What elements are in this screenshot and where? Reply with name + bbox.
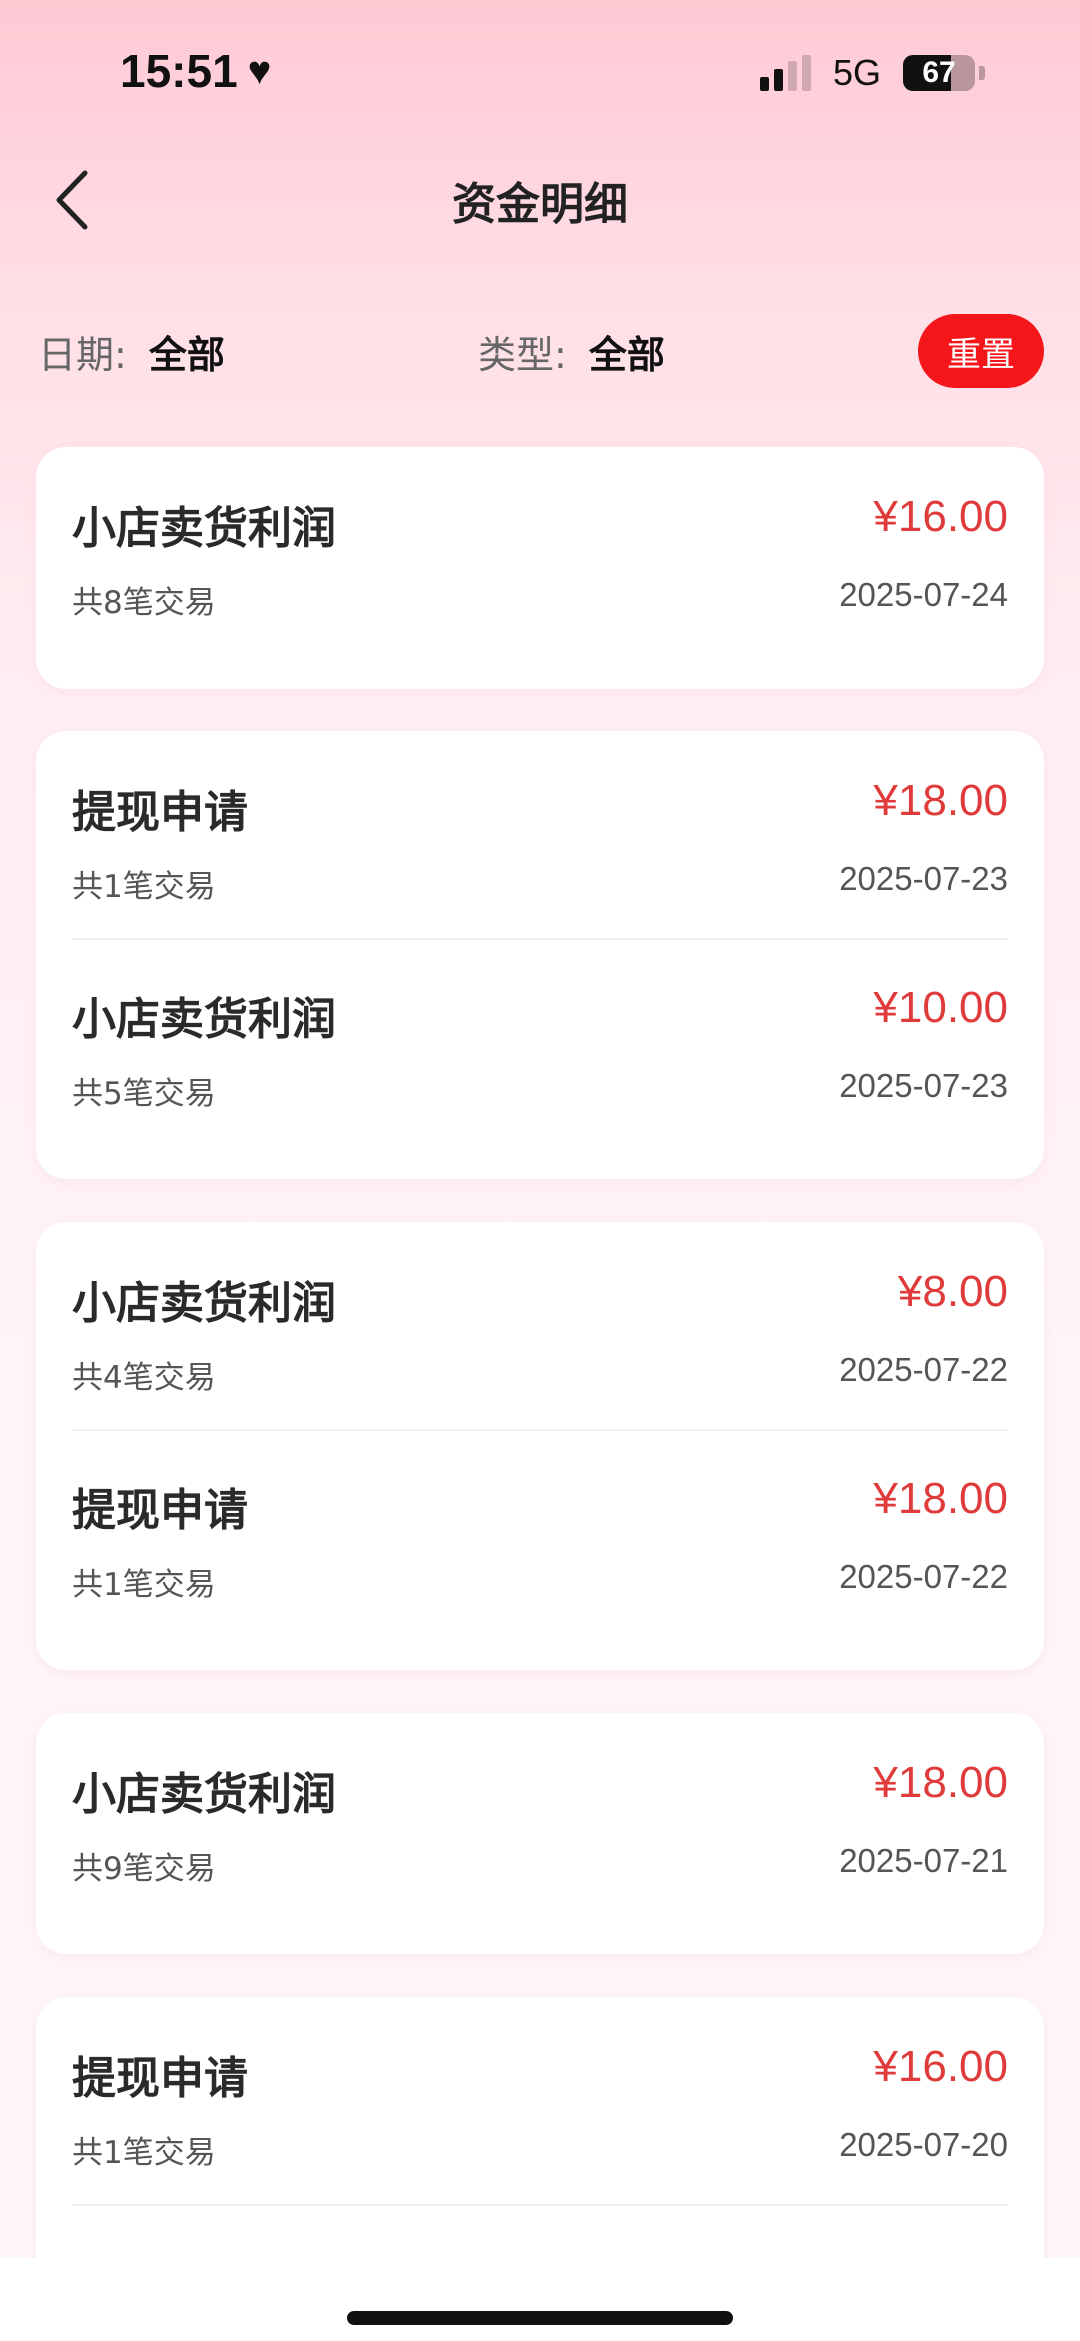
record-item[interactable]: 小店卖货利润 ¥18.00 共9笔交易 2025-07-21 [72, 1713, 1008, 1920]
record-date: 2025-07-22 [839, 1558, 1008, 1595]
record-count: 共1笔交易 [72, 1567, 216, 1603]
type-filter-label: 类型 [478, 333, 555, 377]
date-filter-label: 日期 [38, 333, 115, 377]
record-item[interactable]: 提现申请 ¥18.00 共1笔交易 2025-07-22 [72, 1429, 1008, 1636]
battery-icon: 67 [903, 55, 975, 91]
record-date: 2025-07-22 [839, 1351, 1008, 1388]
reset-button[interactable]: 重置 [918, 314, 1044, 388]
page-title: 资金明细 [452, 179, 628, 230]
record-title: 小店卖货利润 [72, 994, 336, 1045]
record-card: 小店卖货利润 ¥18.00 共9笔交易 2025-07-21 [36, 1713, 1044, 1954]
network-label: 5G [832, 52, 881, 93]
record-title: 小店卖货利润 [72, 503, 336, 554]
record-title: 提现申请 [72, 787, 248, 838]
record-count: 共4笔交易 [72, 1360, 216, 1396]
battery-cap [979, 66, 985, 80]
status-time-text: 15:51 [120, 45, 238, 97]
record-card: 小店卖货利润 ¥8.00 共4笔交易 2025-07-22 提现申请 ¥18.0… [36, 1222, 1044, 1670]
record-amount: ¥18.00 [873, 776, 1008, 825]
home-indicator[interactable] [347, 2311, 733, 2325]
date-filter-value: 全部 [148, 333, 225, 377]
signal-icon [759, 55, 811, 91]
record-date: 2025-07-24 [839, 576, 1008, 613]
status-indicators: 5G 67 [759, 52, 985, 94]
date-filter-separator: : [114, 333, 127, 377]
record-date: 2025-07-23 [839, 1067, 1008, 1104]
type-filter-value: 全部 [588, 333, 665, 377]
type-filter[interactable]: 类型 : 全部 [478, 324, 665, 379]
record-count: 共9笔交易 [72, 1851, 216, 1887]
battery-level: 67 [922, 56, 956, 89]
record-date: 2025-07-20 [839, 2126, 1008, 2163]
record-title: 提现申请 [72, 1485, 248, 1536]
record-amount: ¥10.00 [873, 983, 1008, 1032]
record-amount: ¥8.00 [897, 1267, 1008, 1316]
record-title: 提现申请 [72, 2053, 248, 2104]
record-amount: ¥16.00 [873, 2042, 1008, 2091]
record-amount: ¥18.00 [873, 1758, 1008, 1807]
record-amount: ¥16.00 [873, 492, 1008, 541]
filter-bar: 日期 : 全部 类型 : 全部 重置 [0, 310, 1080, 390]
record-item[interactable]: 小店卖货利润 ¥8.00 共4笔交易 2025-07-22 [72, 1222, 1008, 1431]
record-item[interactable]: 小店卖货利润 ¥16.00 共8笔交易 2025-07-24 [72, 447, 1008, 654]
record-amount: ¥18.00 [873, 1474, 1008, 1523]
date-filter[interactable]: 日期 : 全部 [38, 324, 225, 379]
record-item[interactable]: 提现申请 ¥16.00 共1笔交易 2025-07-20 [72, 1997, 1008, 2206]
record-title: 小店卖货利润 [72, 1278, 336, 1329]
record-card: 提现申请 ¥18.00 共1笔交易 2025-07-23 小店卖货利润 ¥10.… [36, 731, 1044, 1179]
record-count: 共8笔交易 [72, 585, 216, 621]
status-bar: 15:51 ♥ 5G 67 [0, 0, 1080, 150]
record-title: 小店卖货利润 [72, 1769, 336, 1820]
record-item[interactable]: 提现申请 ¥18.00 共1笔交易 2025-07-23 [72, 731, 1008, 940]
record-card: 小店卖货利润 ¥16.00 共8笔交易 2025-07-24 [36, 447, 1044, 689]
record-count: 共1笔交易 [72, 2135, 216, 2171]
status-time: 15:51 ♥ [120, 44, 271, 98]
bottom-safe-area [0, 2258, 1080, 2341]
record-item[interactable]: 小店卖货利润 ¥10.00 共5笔交易 2025-07-23 [72, 938, 1008, 1145]
record-date: 2025-07-21 [839, 1842, 1008, 1879]
nav-bar: 资金明细 [0, 150, 1080, 250]
record-count: 共1笔交易 [72, 869, 216, 905]
record-count: 共5笔交易 [72, 1076, 216, 1112]
type-filter-separator: : [554, 333, 567, 377]
record-date: 2025-07-23 [839, 860, 1008, 897]
heart-icon: ♥ [247, 49, 272, 93]
